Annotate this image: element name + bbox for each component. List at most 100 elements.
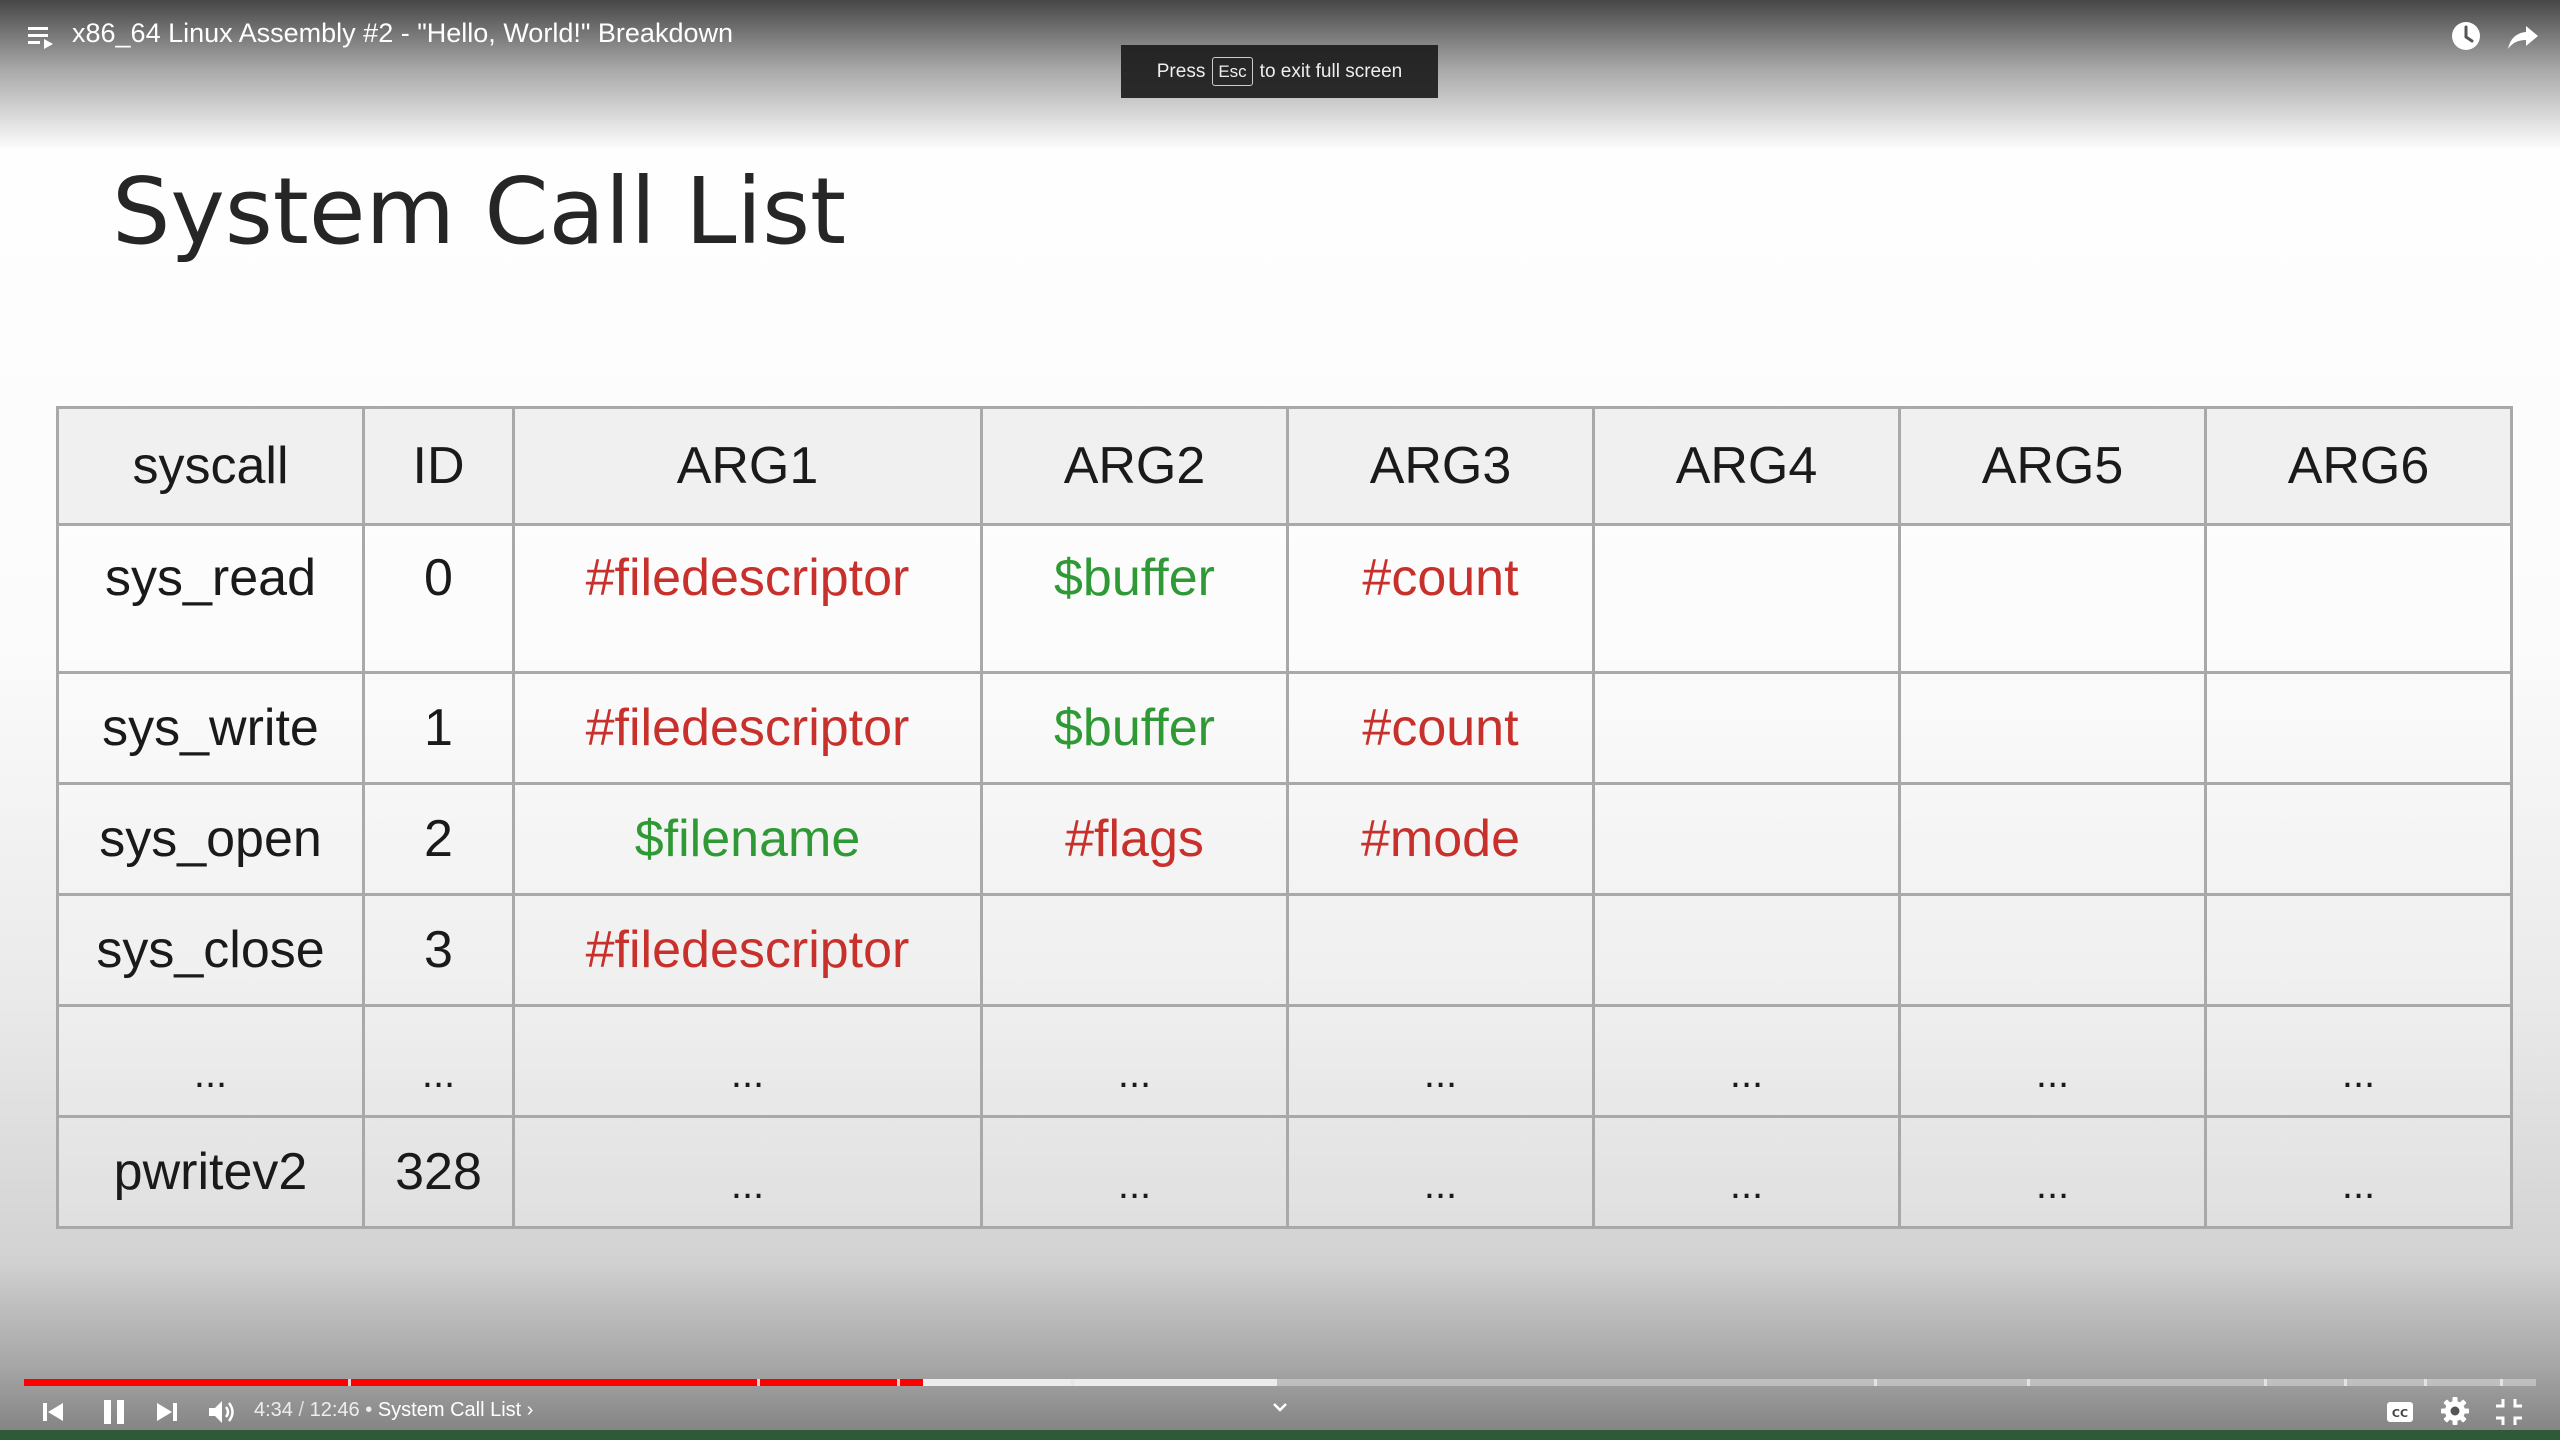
chapter-arrow: › [526, 1399, 534, 1421]
previous-icon[interactable] [38, 1397, 68, 1427]
svg-text:CC: CC [2392, 1407, 2408, 1420]
cell-syscall: pwritev2 [56, 1115, 365, 1229]
cell-arg4 [1592, 893, 1901, 1007]
chapter-title-button[interactable]: System Call List › [378, 1399, 534, 1421]
cell-syscall: sys_close [56, 893, 365, 1007]
progress-played [24, 1379, 924, 1386]
chapter-title: System Call List [377, 1399, 522, 1421]
cell-arg3: #count [1286, 523, 1595, 674]
bottom-strip [0, 1430, 2560, 1440]
table-row: sys_write 1 #filedescriptor $buffer #cou… [56, 671, 2513, 785]
slide-title: System Call List [112, 158, 847, 265]
cell-arg4 [1592, 671, 1901, 785]
current-time: 4:34 [254, 1399, 293, 1421]
volume-icon[interactable] [206, 1396, 238, 1428]
cell-syscall: sys_open [56, 782, 365, 896]
share-icon[interactable] [2505, 18, 2541, 54]
syscall-table: syscall ID ARG1 ARG2 ARG3 ARG4 ARG5 ARG6… [56, 406, 2513, 1229]
chapter-marker [2344, 1379, 2347, 1386]
cell-arg1: ... [512, 1115, 983, 1229]
next-icon[interactable] [152, 1397, 182, 1427]
playlist-icon[interactable] [26, 22, 56, 50]
table-row: sys_open 2 $filename #flags #mode [56, 782, 2513, 896]
cell-id: 328 [362, 1115, 515, 1229]
closed-captions-icon[interactable]: CC [2385, 1398, 2415, 1426]
duration: 12:46 [309, 1399, 360, 1421]
cell-id: 2 [362, 782, 515, 896]
header-arg5: ARG5 [1898, 406, 2207, 526]
fullscreen-toast: Press Esc to exit full screen [1121, 45, 1438, 98]
table-row: ... ... ... ... ... ... ... ... [56, 1004, 2513, 1118]
video-title[interactable]: x86_64 Linux Assembly #2 - "Hello, World… [72, 18, 733, 49]
table-row: sys_read 0 #filedescriptor $buffer #coun… [56, 523, 2513, 674]
header-arg4: ARG4 [1592, 406, 1901, 526]
time-display: 4:34 / 12:46 • System Call List › [254, 1399, 533, 1422]
header-arg2: ARG2 [980, 406, 1289, 526]
table-row: pwritev2 328 ... ... ... ... ... ... [56, 1115, 2513, 1229]
cell-arg5: ... [1898, 1004, 2207, 1118]
time-separator: / [298, 1399, 305, 1421]
cell-arg2: $buffer [980, 671, 1289, 785]
table-row: sys_close 3 #filedescriptor [56, 893, 2513, 1007]
cell-arg4 [1592, 782, 1901, 896]
cell-id: 0 [362, 523, 515, 674]
chapter-marker [1874, 1379, 1877, 1386]
cell-arg6 [2204, 523, 2513, 674]
cell-arg6 [2204, 782, 2513, 896]
header-arg1: ARG1 [512, 406, 983, 526]
header-id: ID [362, 406, 515, 526]
chapter-bullet: • [365, 1399, 373, 1421]
chapter-marker [2500, 1379, 2503, 1386]
cell-arg6: ... [2204, 1115, 2513, 1229]
cell-arg3: ... [1286, 1004, 1595, 1118]
cell-arg1: #filedescriptor [512, 893, 983, 1007]
fullscreen-toast-suffix: to exit full screen [1259, 60, 1403, 82]
chapter-marker [348, 1379, 351, 1386]
header-arg3: ARG3 [1286, 406, 1595, 526]
watch-later-icon[interactable] [2448, 18, 2484, 54]
cell-syscall: ... [56, 1004, 365, 1118]
cell-arg1: $filename [512, 782, 983, 896]
cell-arg5 [1898, 671, 2207, 785]
cell-arg2: ... [980, 1115, 1289, 1229]
cell-arg6: ... [2204, 1004, 2513, 1118]
cell-arg1: #filedescriptor [512, 523, 983, 674]
chapter-marker [2424, 1379, 2427, 1386]
cell-arg1: #filedescriptor [512, 671, 983, 785]
cell-arg4: ... [1592, 1115, 1901, 1229]
cell-arg3: #mode [1286, 782, 1595, 896]
cell-arg4 [1592, 523, 1901, 674]
cell-arg2: ... [980, 1004, 1289, 1118]
cell-id: ... [362, 1004, 515, 1118]
cell-id: 3 [362, 893, 515, 1007]
chapter-marker [897, 1379, 900, 1386]
cell-arg1: ... [512, 1004, 983, 1118]
exit-fullscreen-icon[interactable] [2493, 1396, 2525, 1428]
cell-arg6 [2204, 893, 2513, 1007]
header-arg6: ARG6 [2204, 406, 2513, 526]
cell-arg5 [1898, 523, 2207, 674]
esc-key-hint: Esc [1212, 57, 1253, 86]
cell-arg3: ... [1286, 1115, 1595, 1229]
cell-arg4: ... [1592, 1004, 1901, 1118]
cell-arg3 [1286, 893, 1595, 1007]
chapter-marker [1071, 1379, 1074, 1386]
cell-arg5 [1898, 893, 2207, 1007]
chapter-marker [2027, 1379, 2030, 1386]
settings-icon[interactable] [2439, 1395, 2471, 1427]
cell-arg2: #flags [980, 782, 1289, 896]
header-syscall: syscall [56, 406, 365, 526]
table-header-row: syscall ID ARG1 ARG2 ARG3 ARG4 ARG5 ARG6 [56, 406, 2513, 526]
cell-arg5 [1898, 782, 2207, 896]
cell-arg5: ... [1898, 1115, 2207, 1229]
chapter-marker [2264, 1379, 2267, 1386]
chevron-down-icon[interactable] [1268, 1398, 1292, 1416]
cell-arg6 [2204, 671, 2513, 785]
cell-id: 1 [362, 671, 515, 785]
cell-arg3: #count [1286, 671, 1595, 785]
cell-arg2: $buffer [980, 523, 1289, 674]
fullscreen-toast-prefix: Press [1156, 60, 1206, 82]
pause-icon[interactable] [98, 1395, 130, 1429]
progress-bar[interactable] [24, 1379, 2536, 1386]
cell-arg2 [980, 893, 1289, 1007]
